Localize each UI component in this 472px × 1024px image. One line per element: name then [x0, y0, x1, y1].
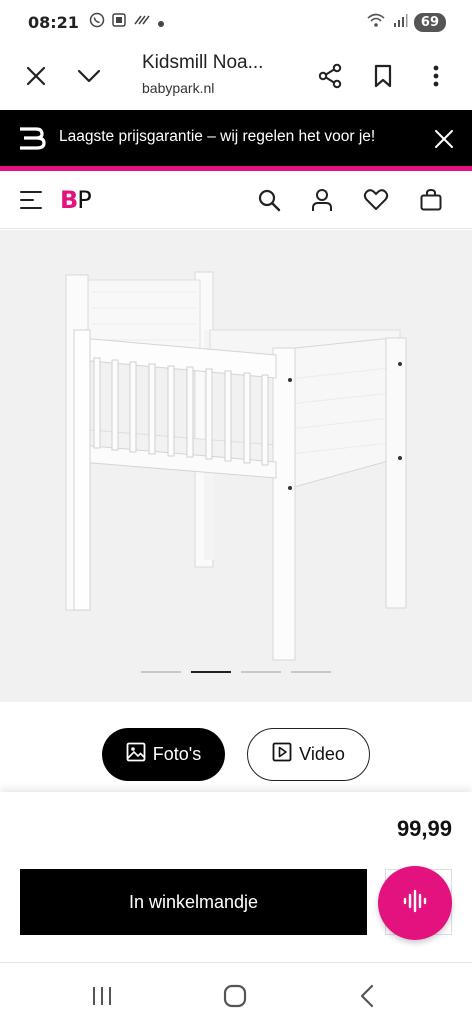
- image-icon: [126, 742, 146, 767]
- product-gallery[interactable]: [0, 230, 472, 702]
- home-icon[interactable]: [220, 981, 250, 1011]
- gallery-dot[interactable]: [241, 671, 281, 673]
- voice-assistant-button[interactable]: [378, 866, 452, 940]
- gallery-dot[interactable]: [141, 671, 181, 673]
- photos-label: Foto's: [152, 744, 202, 764]
- site-header: BP: [0, 171, 472, 229]
- whatsapp-icon: [89, 12, 105, 32]
- status-time: 08:21: [28, 12, 79, 32]
- promo-banner: Laagste prijsgarantie – wij regelen het …: [0, 110, 472, 166]
- wifi-calling-icon: [133, 12, 151, 32]
- product-price: 99,99: [396, 816, 452, 841]
- share-icon[interactable]: [312, 58, 348, 94]
- battery-indicator: 69: [413, 12, 446, 32]
- url-block[interactable]: Kidsmill Noa... babypark.nl: [142, 52, 302, 96]
- screenshot-icon: [111, 12, 127, 32]
- heart-icon[interactable]: [361, 185, 391, 215]
- account-icon[interactable]: [307, 185, 337, 215]
- promo-text: Laagste prijsgarantie – wij regelen het …: [59, 128, 376, 145]
- recents-icon[interactable]: [87, 981, 117, 1011]
- chevron-down-icon[interactable]: [71, 58, 107, 94]
- wifi-icon: [366, 12, 386, 32]
- video-label: Video: [299, 744, 345, 764]
- logo-b: B: [60, 186, 78, 214]
- crib-image: [65, 271, 407, 661]
- site-logo[interactable]: BP: [60, 186, 92, 214]
- bookmark-icon[interactable]: [365, 58, 401, 94]
- signal-icon: [392, 12, 408, 32]
- promo-close-icon[interactable]: [434, 129, 454, 154]
- status-left: 08:21: [28, 12, 165, 32]
- back-icon[interactable]: [352, 981, 382, 1011]
- page-domain: babypark.nl: [142, 80, 215, 96]
- gallery-indicator: [141, 671, 331, 673]
- video-button[interactable]: Video: [247, 728, 370, 781]
- menu-icon[interactable]: [16, 185, 46, 215]
- page-title: Kidsmill Noa...: [142, 52, 264, 73]
- browser-bar: Kidsmill Noa... babypark.nl: [0, 44, 472, 110]
- status-bar: 08:21 69: [0, 0, 472, 44]
- search-icon[interactable]: [254, 185, 284, 215]
- status-right: 69: [366, 12, 446, 32]
- play-icon: [272, 742, 292, 767]
- sound-wave-icon: [402, 888, 428, 919]
- add-to-cart-button[interactable]: In winkelmandje: [20, 869, 367, 935]
- gallery-dot[interactable]: [291, 671, 331, 673]
- gallery-dot-active[interactable]: [191, 671, 231, 673]
- logo-p: P: [77, 186, 92, 214]
- bag-icon[interactable]: [416, 185, 446, 215]
- promo-logo-icon: [18, 124, 46, 157]
- photos-button[interactable]: Foto's: [102, 728, 225, 781]
- dot-icon: [157, 13, 165, 32]
- more-icon[interactable]: [418, 58, 454, 94]
- system-nav-bar: [0, 962, 472, 1024]
- close-icon[interactable]: [18, 58, 54, 94]
- media-buttons: Foto's Video: [0, 702, 472, 792]
